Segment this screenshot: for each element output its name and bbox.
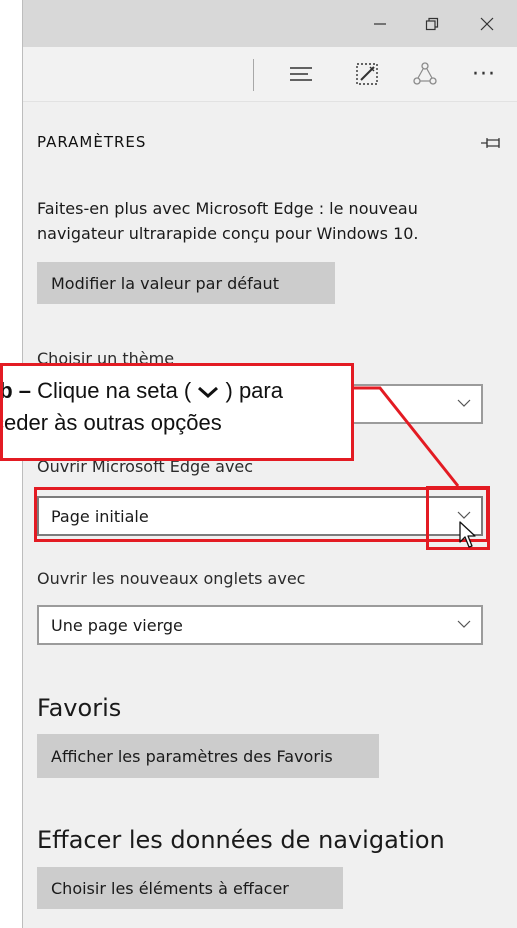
edge-window: ··· PARAMÈTRES Faites-en plus avec Micro… bbox=[22, 0, 517, 928]
restore-button[interactable] bbox=[409, 0, 455, 47]
restore-icon bbox=[425, 17, 439, 30]
hub-button[interactable] bbox=[284, 57, 318, 91]
share-button[interactable] bbox=[408, 57, 442, 91]
open-with-select[interactable]: Page initiale bbox=[37, 496, 483, 536]
web-note-button[interactable] bbox=[350, 57, 384, 91]
new-tabs-select[interactable]: Une page vierge bbox=[37, 605, 483, 645]
browser-toolbar: ··· bbox=[23, 47, 517, 102]
minimize-icon bbox=[374, 22, 386, 25]
hub-icon bbox=[290, 67, 312, 81]
chevron-down-icon bbox=[457, 399, 471, 407]
callout-step: 2b – bbox=[0, 378, 32, 403]
title-bar bbox=[23, 0, 517, 47]
minimize-button[interactable] bbox=[357, 0, 403, 47]
chevron-down-icon bbox=[198, 387, 219, 399]
settings-panel: PARAMÈTRES Faites-en plus avec Microsoft… bbox=[23, 102, 517, 928]
open-with-value: Page initiale bbox=[51, 506, 149, 526]
promo-text: Faites-en plus avec Microsoft Edge : le … bbox=[37, 199, 419, 243]
pin-icon[interactable] bbox=[480, 135, 502, 151]
more-button[interactable]: ··· bbox=[467, 57, 501, 91]
panel-title: PARAMÈTRES bbox=[37, 133, 147, 151]
chevron-down-icon bbox=[457, 620, 471, 628]
clear-data-heading: Effacer les données de navigation bbox=[37, 826, 445, 854]
choose-what-to-clear-button[interactable]: Choisir les éléments à effacer bbox=[37, 867, 343, 909]
change-default-button[interactable]: Modifier la valeur par défaut bbox=[37, 262, 335, 304]
instruction-callout: 2b – Clique na seta ( ) para ceder às ou… bbox=[0, 363, 354, 461]
close-icon bbox=[480, 17, 494, 30]
callout-line-1: 2b – Clique na seta ( ) para bbox=[0, 374, 283, 408]
new-tabs-label: Ouvrir les nouveaux onglets avec bbox=[37, 569, 306, 588]
callout-text-1: Clique na seta ( bbox=[37, 378, 192, 403]
toolbar-divider bbox=[253, 59, 254, 91]
mouse-pointer-icon bbox=[459, 521, 476, 548]
new-tabs-value: Une page vierge bbox=[51, 615, 183, 635]
favorites-heading: Favoris bbox=[37, 694, 122, 722]
callout-text-1-end: ) para bbox=[225, 378, 283, 403]
web-note-icon bbox=[356, 63, 378, 85]
close-button[interactable] bbox=[464, 0, 510, 47]
favorites-settings-button[interactable]: Afficher les paramètres des Favoris bbox=[37, 734, 379, 778]
callout-line-2: ceder às outras opções bbox=[0, 410, 222, 435]
share-icon bbox=[413, 62, 437, 85]
chevron-down-icon[interactable] bbox=[457, 510, 471, 520]
